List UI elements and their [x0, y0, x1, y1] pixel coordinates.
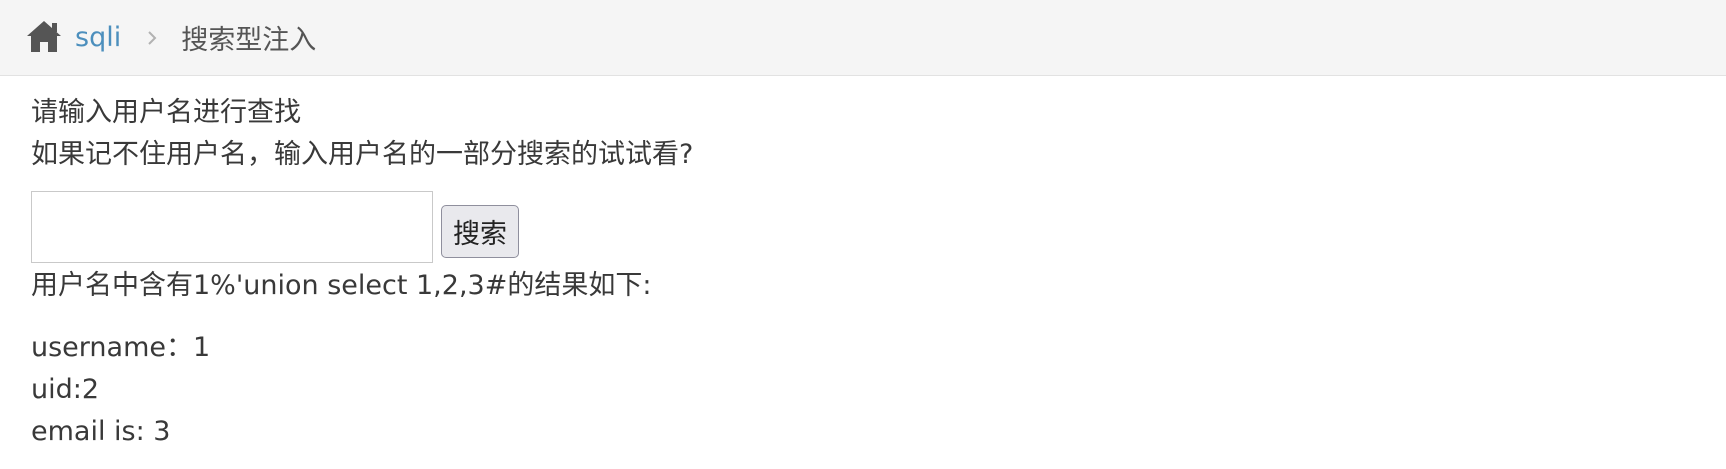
page-content: 请输入用户名进行查找 如果记不住用户名，输入用户名的一部分搜索的试试看? 搜索 …	[31, 92, 1691, 453]
breadcrumb: sqli 搜索型注入	[0, 0, 1726, 76]
result-summary: 用户名中含有1%'union select 1,2,3#的结果如下:	[31, 270, 652, 301]
search-input[interactable]	[31, 191, 433, 263]
search-form: 搜索	[31, 191, 1691, 263]
result-uid: uid:2	[31, 374, 100, 405]
instruction-hint-text: 如果记不住用户名，输入用户名的一部分搜索的试试看?	[31, 139, 694, 170]
breadcrumb-link-sqli[interactable]: sqli	[75, 22, 121, 53]
result-list: username：1 uid:2 email is: 3	[31, 327, 1691, 453]
instruction-text: 请输入用户名进行查找	[31, 97, 301, 128]
search-button[interactable]: 搜索	[441, 204, 519, 258]
home-icon[interactable]	[25, 18, 63, 54]
chevron-right-icon	[139, 25, 165, 51]
result-username: username：1	[31, 332, 211, 363]
result-email: email is: 3	[31, 416, 171, 447]
breadcrumb-current-page: 搜索型注入	[181, 25, 317, 56]
